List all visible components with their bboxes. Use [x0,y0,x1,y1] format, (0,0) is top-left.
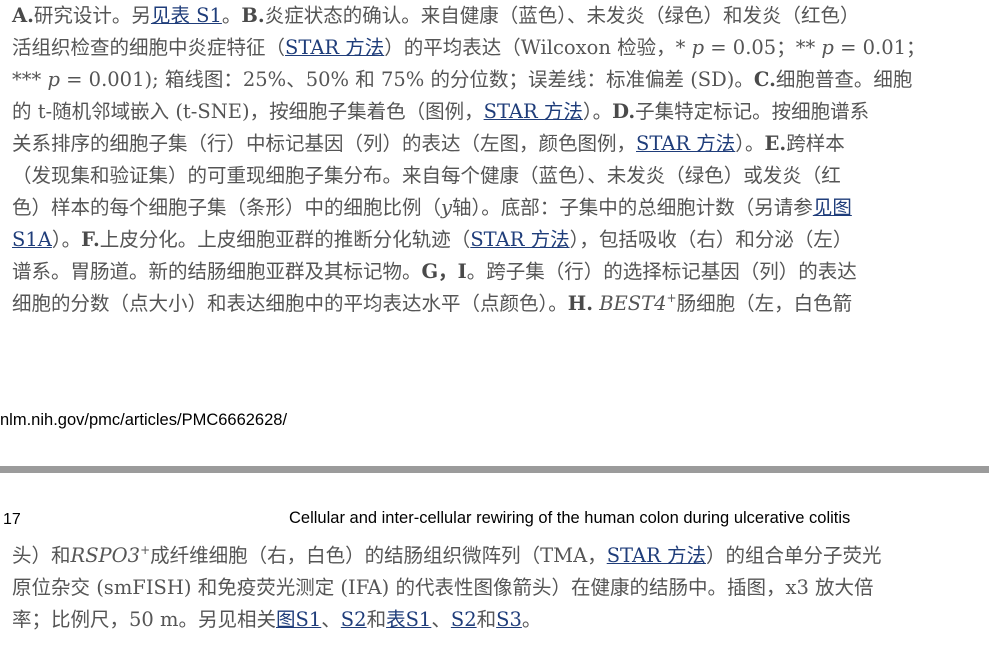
star-methods-link[interactable]: STAR 方法 [607,544,706,567]
figure-s1a-link[interactable]: S1A [12,228,52,251]
table-s1-link[interactable]: 表S1 [386,608,431,631]
table-s3-link[interactable]: S3 [496,608,522,631]
gene-name: BEST4 [599,292,667,315]
star-methods-link[interactable]: STAR 方法 [636,132,735,155]
legend-line: （发现集和验证集）的可重现细胞子集分布。来自每个健康（蓝色）、未发炎（绿色）或发… [12,164,841,187]
legend-line: 色）样本的每个细胞子集（条形）中的细胞比例（y轴）。底部：子集中的总细胞计数（另… [12,196,852,219]
legend-line: 活组织检查的细胞中炎症特征（STAR 方法）的平均表达（Wilcoxon 检验，… [12,36,926,59]
running-header: Cellular and inter-cellular rewiring of … [289,509,851,527]
panel-label: D. [612,100,636,123]
legend-line: 率；比例尺，50 m。另见相关图S1、S2和表S1、S2和S3。 [12,608,542,631]
panel-label: E. [764,132,787,155]
legend-line: 细胞的分数（点大小）和表达细胞中的平均表达水平（点颜色）。H. BEST4+肠细… [12,291,853,315]
legend-line: 原位杂交 (smFISH) 和免疫荧光测定 (IFA) 的代表性图像箭头）在健康… [12,576,874,599]
panel-label: F. [81,228,100,251]
page-url-footer: nlm.nih.gov/pmc/articles/PMC6662628/ [0,411,288,429]
panel-label: H. [567,292,593,315]
legend-line: 关系排序的细胞子集（行）中标记基因（列）的表达（左图，颜色图例，STAR 方法）… [12,132,845,155]
panel-label: B. [241,4,265,27]
panel-label: C. [753,68,776,91]
figure-legend-continuation: 头）和RSPO3+成纤维细胞（右，白色）的结肠组织微阵列（TMA，STAR 方法… [12,540,987,636]
figure-s1-link[interactable]: 图S1 [276,608,321,631]
legend-line: A.研究设计。另见表 S1。B.炎症状态的确认。来自健康（蓝色）、未发炎（绿色）… [12,4,860,27]
legend-line: 头）和RSPO3+成纤维细胞（右，白色）的结肠组织微阵列（TMA，STAR 方法… [12,543,882,567]
gene-name: RSPO3 [70,544,141,567]
figure-s2-link[interactable]: S2 [341,608,367,631]
table-s2-link[interactable]: S2 [451,608,477,631]
star-methods-link[interactable]: STAR 方法 [484,100,583,123]
legend-line: 谱系。胃肠道。新的结肠细胞亚群及其标记物。G，I。跨子集（行）的选择标记基因（列… [12,260,857,283]
figure-legend-paragraph: A.研究设计。另见表 S1。B.炎症状态的确认。来自健康（蓝色）、未发炎（绿色）… [12,0,987,320]
panel-label: A. [12,4,34,27]
figure-s1a-link[interactable]: 见图 [813,196,852,219]
star-methods-link[interactable]: STAR 方法 [285,36,384,59]
legend-line: 的 t-随机邻域嵌入 (t-SNE)，按细胞子集着色（图例，STAR 方法）。D… [12,100,870,123]
page-number: 17 [3,511,21,528]
star-methods-link[interactable]: STAR 方法 [470,228,569,251]
panel-label: G，I [421,260,467,283]
legend-line: *** p = 0.001); 箱线图：25%、50% 和 75% 的分位数；误… [12,68,913,91]
page-divider [0,466,989,473]
legend-line: S1A）。F.上皮分化。上皮细胞亚群的推断分化轨迹（STAR 方法），包括吸收（… [12,228,853,251]
table-s1-link[interactable]: 见表 S1 [151,4,222,27]
